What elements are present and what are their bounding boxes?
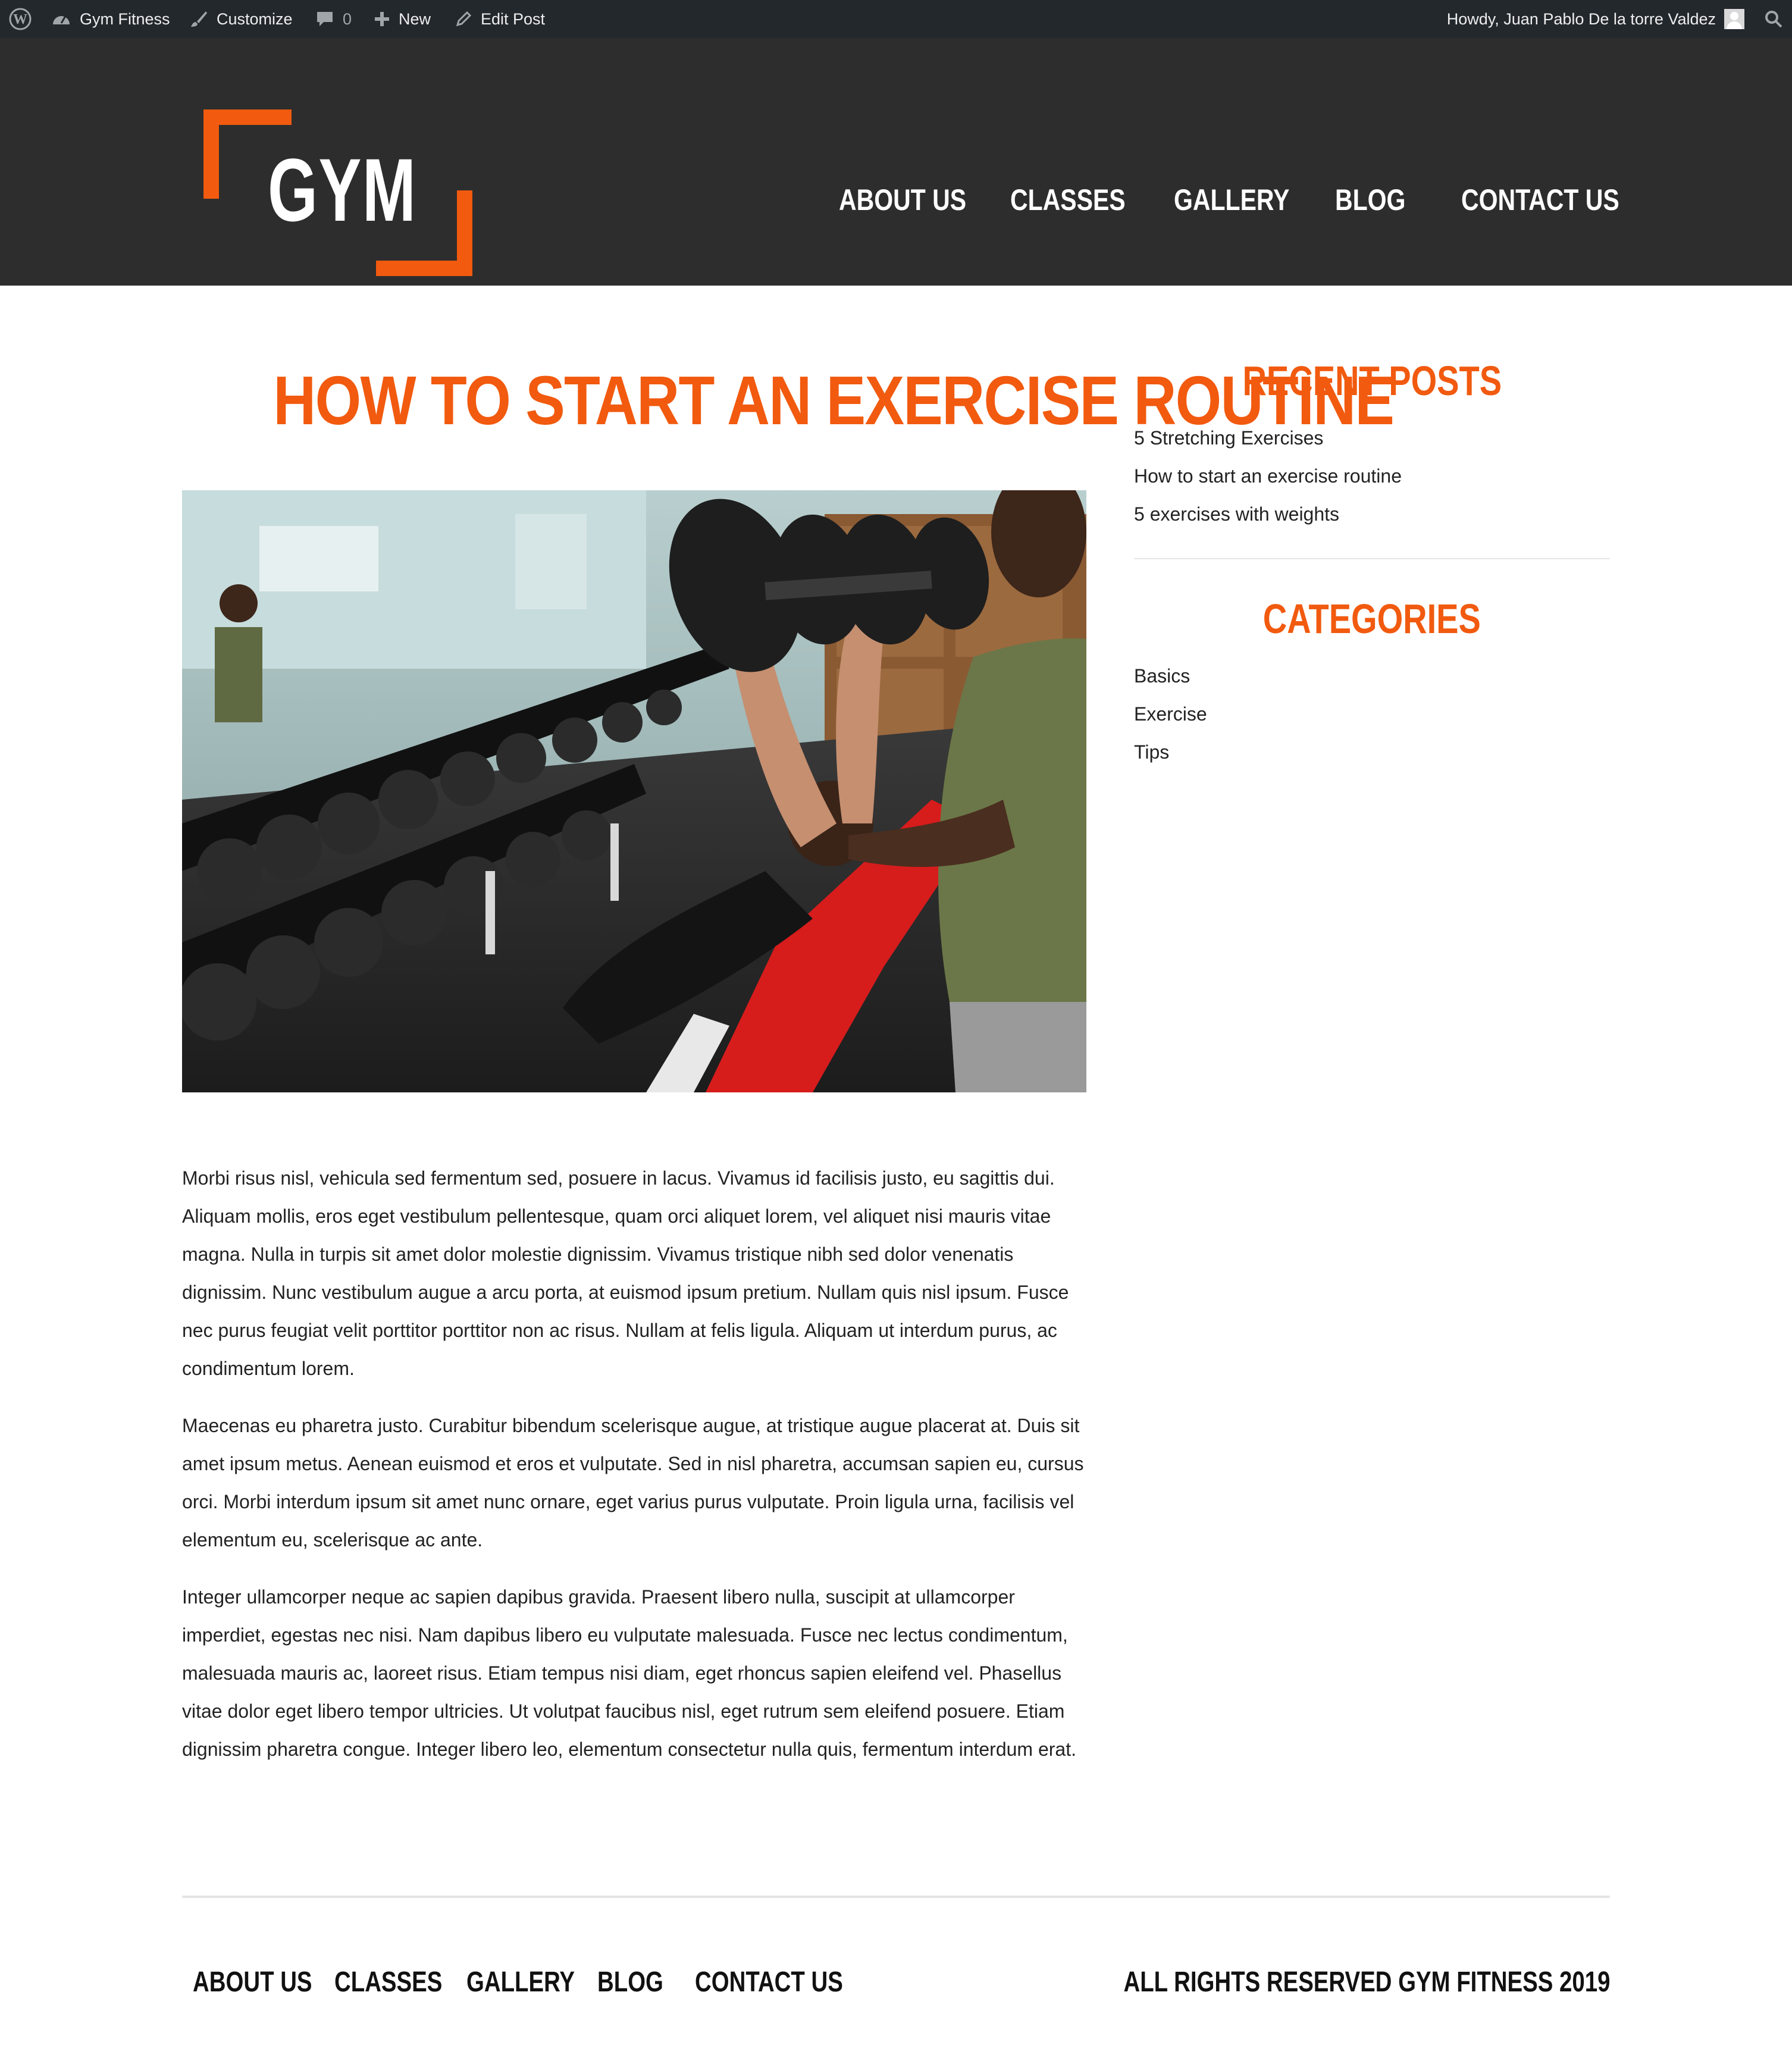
category-link[interactable]: Tips <box>1134 733 1610 771</box>
paintbrush-icon <box>189 10 208 29</box>
post-content: Morbi risus nisl, vehicula sed fermentum… <box>182 1159 1110 1787</box>
recent-post-link[interactable]: How to start an exercise routine <box>1134 457 1610 495</box>
post-paragraph: Maecenas eu pharetra justo. Curabitur bi… <box>182 1415 1084 1551</box>
comment-bubble-icon <box>315 10 334 28</box>
post-paragraph: Integer ullamcorper neque ac sapien dapi… <box>182 1586 1076 1760</box>
post-featured-image <box>182 490 1086 1092</box>
categories-list: Basics Exercise Tips <box>1134 657 1610 771</box>
recent-posts-heading: Recent Posts <box>1242 358 1502 404</box>
categories-heading: Categories <box>1262 596 1481 642</box>
wordpress-menu[interactable]: W <box>8 0 40 38</box>
nav-contact-us[interactable]: Contact Us <box>1461 181 1619 219</box>
recent-post-link[interactable]: 5 exercises with weights <box>1134 495 1610 533</box>
new-content-link[interactable]: New <box>374 0 431 38</box>
copyright-text: All Rights Reserved Gym Fitness 2019 <box>1123 1966 1610 1998</box>
footer-nav-blog[interactable]: Blog <box>597 1963 663 2002</box>
category-link[interactable]: Basics <box>1134 657 1610 695</box>
site-header: GYM About Us Classes Gallery Blog Contac… <box>0 38 1792 286</box>
footer-nav-contact-us[interactable]: Contact Us <box>695 1963 843 2002</box>
comments-link[interactable]: 0 <box>315 0 352 38</box>
admin-search-button[interactable] <box>1763 0 1784 38</box>
howdy-label: Howdy, Juan Pablo De la torre Valdez <box>1446 10 1716 28</box>
customize-link[interactable]: Customize <box>189 0 293 38</box>
account-menu[interactable]: Howdy, Juan Pablo De la torre Valdez <box>1447 0 1744 38</box>
site-name-label: Gym Fitness <box>80 10 170 28</box>
post-paragraph: Morbi risus nisl, vehicula sed fermentum… <box>182 1167 1069 1379</box>
site-name-link[interactable]: Gym Fitness <box>51 0 170 38</box>
nav-blog[interactable]: Blog <box>1335 181 1405 219</box>
footer-divider <box>182 1896 1610 1898</box>
search-icon <box>1763 9 1784 29</box>
recent-post-link[interactable]: 5 Stretching Exercises <box>1134 419 1610 457</box>
logo-text: GYM <box>268 140 417 240</box>
nav-classes[interactable]: Classes <box>1010 181 1126 219</box>
edit-post-label: Edit Post <box>481 10 546 28</box>
nav-gallery[interactable]: Gallery <box>1174 181 1289 219</box>
edit-post-link[interactable]: Edit Post <box>455 0 545 38</box>
customize-label: Customize <box>217 10 293 28</box>
footer-nav-gallery[interactable]: Gallery <box>466 1963 575 2002</box>
category-link[interactable]: Exercise <box>1134 695 1610 733</box>
sidebar-divider <box>1134 558 1610 559</box>
plus-icon <box>374 11 390 27</box>
nav-about-us[interactable]: About Us <box>839 181 966 219</box>
avatar <box>1724 9 1744 29</box>
svg-text:W: W <box>13 12 27 27</box>
comments-count: 0 <box>343 10 352 28</box>
logo-bracket-left <box>203 109 219 199</box>
footer-nav-classes[interactable]: Classes <box>334 1963 442 2002</box>
new-label: New <box>399 10 431 28</box>
wordpress-icon: W <box>8 7 32 31</box>
footer-nav-about-us[interactable]: About Us <box>193 1963 312 2002</box>
recent-posts-list: 5 Stretching Exercises How to start an e… <box>1134 419 1610 533</box>
site-logo[interactable]: GYM <box>203 109 472 276</box>
pencil-icon <box>455 10 472 28</box>
logo-bracket-right <box>457 190 472 276</box>
admin-bar: W Gym Fitness Customize 0 New Edit Post … <box>0 0 1792 38</box>
post-title: How to start an exercise routine <box>273 362 1395 439</box>
dashboard-icon <box>51 10 71 28</box>
